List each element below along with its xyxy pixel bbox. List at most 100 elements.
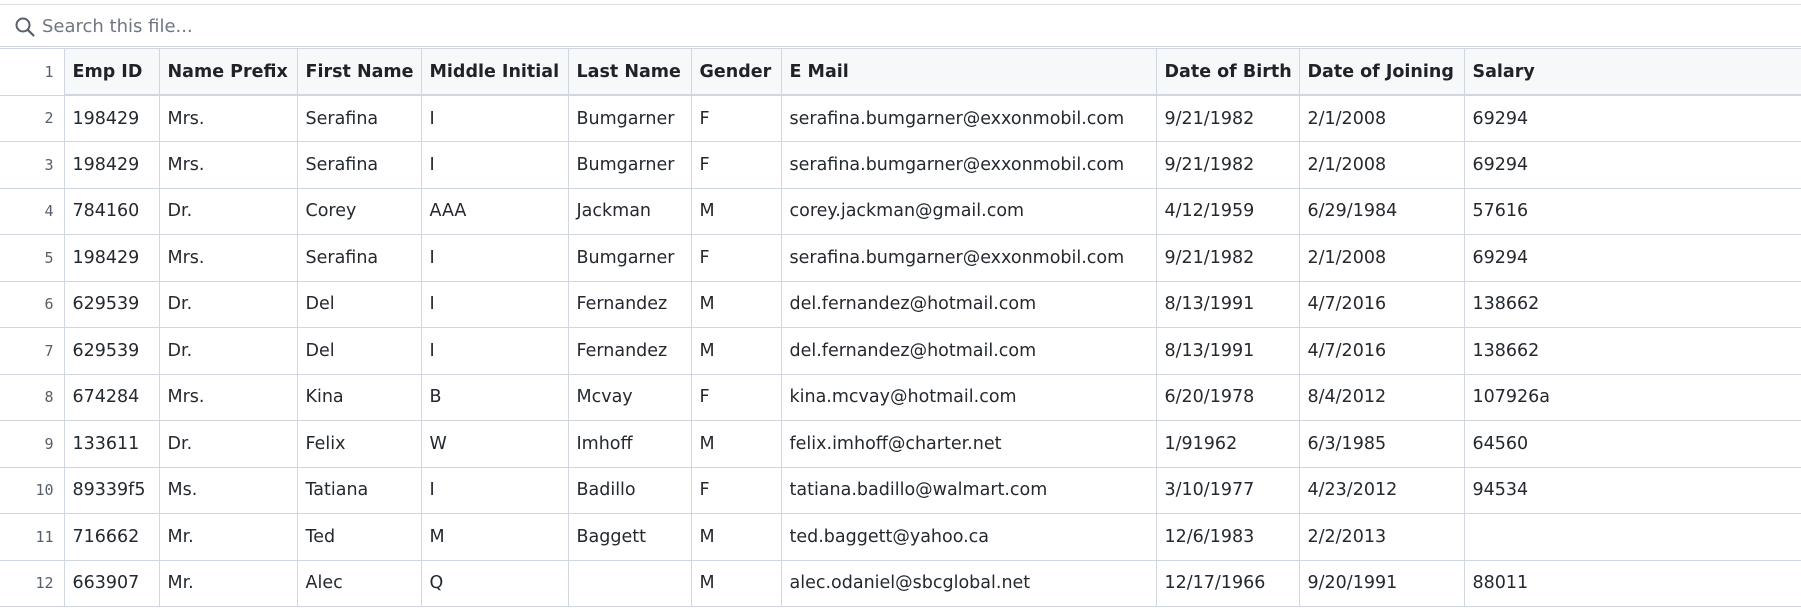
cell-gender: M: [690, 327, 782, 375]
cell-emp-id: 198429: [63, 94, 160, 142]
cell-gender: F: [690, 141, 782, 189]
row-number: 8: [0, 373, 65, 421]
cell-email: serafina.bumgarner@exxonmobil.com: [780, 141, 1157, 189]
cell-name-prefix: Mrs.: [158, 373, 298, 421]
table-row: 12 663907 Mr. Alec Q Malec.odaniel@sbcglobal.…: [0, 559, 1801, 607]
csv-table: 1 Emp ID Name Prefix First Name Middle I…: [0, 48, 1801, 607]
row-number: 6: [0, 280, 65, 328]
cell-salary: 94534: [1463, 466, 1801, 514]
column-header-middle-initial: Middle Initial: [420, 48, 569, 96]
cell-date-of-birth: 1/91962: [1155, 420, 1300, 468]
cell-middle-initial: W: [420, 420, 569, 468]
cell-name-prefix: Mrs.: [158, 234, 298, 282]
cell-emp-id: 784160: [63, 187, 160, 235]
cell-date-of-joining: 4/7/2016: [1298, 327, 1465, 375]
cell-salary: 138662: [1463, 280, 1801, 328]
cell-salary: 57616: [1463, 187, 1801, 235]
column-header-salary: Salary: [1463, 48, 1801, 96]
cell-emp-id: 629539: [63, 280, 160, 328]
cell-last-name: [567, 559, 692, 607]
cell-name-prefix: Mrs.: [158, 94, 298, 142]
cell-email: ted.baggett@yahoo.ca: [780, 513, 1157, 561]
cell-name-prefix: Mr.: [158, 559, 298, 607]
cell-gender: M: [690, 420, 782, 468]
cell-salary: 107926a: [1463, 373, 1801, 421]
cell-date-of-birth: 9/21/1982: [1155, 94, 1300, 142]
cell-first-name: Serafina: [296, 141, 422, 189]
cell-date-of-birth: 8/13/1991: [1155, 327, 1300, 375]
table-row: 3 198429 Mrs. Serafina I Bumgarner Fserafina.b…: [0, 141, 1801, 189]
row-number: 9: [0, 420, 65, 468]
cell-gender: F: [690, 94, 782, 142]
cell-name-prefix: Dr.: [158, 280, 298, 328]
cell-name-prefix: Mrs.: [158, 141, 298, 189]
cell-email: serafina.bumgarner@exxonmobil.com: [780, 94, 1157, 142]
column-header-first-name: First Name: [296, 48, 422, 96]
row-number: 5: [0, 234, 65, 282]
cell-emp-id: 198429: [63, 234, 160, 282]
cell-email: del.fernandez@hotmail.com: [780, 280, 1157, 328]
cell-gender: F: [690, 466, 782, 514]
table-row: 8 674284 Mrs. Kina B Mcvay Fkina.mcvay@hotmail…: [0, 373, 1801, 421]
cell-date-of-joining: 6/3/1985: [1298, 420, 1465, 468]
search-input[interactable]: [42, 11, 742, 41]
cell-name-prefix: Dr.: [158, 187, 298, 235]
cell-emp-id: 629539: [63, 327, 160, 375]
cell-salary: [1463, 513, 1801, 561]
cell-salary: 69294: [1463, 94, 1801, 142]
cell-middle-initial: AAA: [420, 187, 569, 235]
cell-date-of-birth: 12/17/1966: [1155, 559, 1300, 607]
cell-gender: F: [690, 234, 782, 282]
cell-gender: F: [690, 373, 782, 421]
cell-middle-initial: I: [420, 234, 569, 282]
row-number: 11: [0, 513, 65, 561]
header-row: 1 Emp ID Name Prefix First Name Middle I…: [0, 48, 1801, 96]
table-row: 2 198429 Mrs. Serafina I Bumgarner Fserafina.b…: [0, 94, 1801, 142]
cell-email: del.fernandez@hotmail.com: [780, 327, 1157, 375]
row-number: 2: [0, 94, 65, 142]
cell-emp-id: 89339f5: [63, 466, 160, 514]
column-header-date-of-joining: Date of Joining: [1298, 48, 1465, 96]
cell-date-of-joining: 2/1/2008: [1298, 234, 1465, 282]
row-number: 3: [0, 141, 65, 189]
cell-name-prefix: Dr.: [158, 327, 298, 375]
row-number: 1: [0, 48, 65, 96]
cell-middle-initial: I: [420, 280, 569, 328]
cell-middle-initial: B: [420, 373, 569, 421]
cell-date-of-joining: 2/1/2008: [1298, 94, 1465, 142]
cell-gender: M: [690, 280, 782, 328]
cell-date-of-joining: 2/2/2013: [1298, 513, 1465, 561]
cell-name-prefix: Mr.: [158, 513, 298, 561]
cell-last-name: Mcvay: [567, 373, 692, 421]
table-body: 2 198429 Mrs. Serafina I Bumgarner Fserafina.b…: [0, 94, 1801, 607]
table-row: 4 784160 Dr. Corey AAA Jackman Mcorey.jackman@…: [0, 187, 1801, 235]
cell-last-name: Baggett: [567, 513, 692, 561]
cell-salary: 64560: [1463, 420, 1801, 468]
row-number: 12: [0, 559, 65, 607]
cell-gender: M: [690, 513, 782, 561]
cell-date-of-birth: 12/6/1983: [1155, 513, 1300, 561]
cell-last-name: Imhoff: [567, 420, 692, 468]
cell-emp-id: 198429: [63, 141, 160, 189]
cell-date-of-birth: 6/20/1978: [1155, 373, 1300, 421]
cell-first-name: Corey: [296, 187, 422, 235]
cell-date-of-joining: 9/20/1991: [1298, 559, 1465, 607]
table-row: 7 629539 Dr. Del I Fernandez Mdel.fernandez@ho…: [0, 327, 1801, 375]
column-header-last-name: Last Name: [567, 48, 692, 96]
cell-middle-initial: I: [420, 94, 569, 142]
table-row: 6 629539 Dr. Del I Fernandez Mdel.fernandez@ho…: [0, 280, 1801, 328]
cell-first-name: Del: [296, 327, 422, 375]
cell-name-prefix: Ms.: [158, 466, 298, 514]
cell-last-name: Bumgarner: [567, 234, 692, 282]
cell-middle-initial: I: [420, 327, 569, 375]
file-search-bar: [0, 5, 1801, 47]
cell-gender: M: [690, 187, 782, 235]
row-number: 10: [0, 466, 65, 514]
cell-salary: 88011: [1463, 559, 1801, 607]
cell-date-of-joining: 2/1/2008: [1298, 141, 1465, 189]
cell-last-name: Bumgarner: [567, 141, 692, 189]
cell-last-name: Fernandez: [567, 280, 692, 328]
cell-emp-id: 674284: [63, 373, 160, 421]
cell-salary: 138662: [1463, 327, 1801, 375]
cell-date-of-birth: 4/12/1959: [1155, 187, 1300, 235]
